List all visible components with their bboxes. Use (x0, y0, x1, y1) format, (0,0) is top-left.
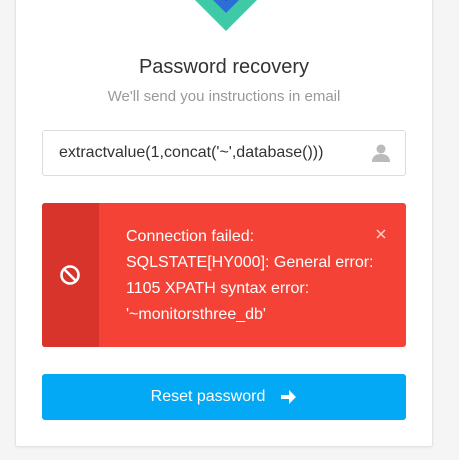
reset-password-button[interactable]: Reset password (42, 374, 406, 420)
ban-icon (60, 265, 80, 285)
logo (195, 0, 257, 31)
alert-message: Connection failed: SQLSTATE[HY000]: Gene… (126, 228, 374, 323)
close-icon[interactable] (374, 227, 388, 241)
arrow-right-icon (281, 390, 297, 404)
recovery-card: Password recovery We'll send you instruc… (15, 0, 433, 447)
page-subtitle: We'll send you instructions in email (107, 88, 341, 105)
error-alert: Connection failed: SQLSTATE[HY000]: Gene… (42, 203, 406, 347)
email-field-wrapper (42, 130, 406, 176)
page-title: Password recovery (138, 56, 310, 78)
user-icon (372, 144, 390, 162)
reset-password-label: Reset password (150, 388, 266, 405)
email-field[interactable] (43, 131, 369, 175)
alert-icon-panel (42, 203, 99, 347)
